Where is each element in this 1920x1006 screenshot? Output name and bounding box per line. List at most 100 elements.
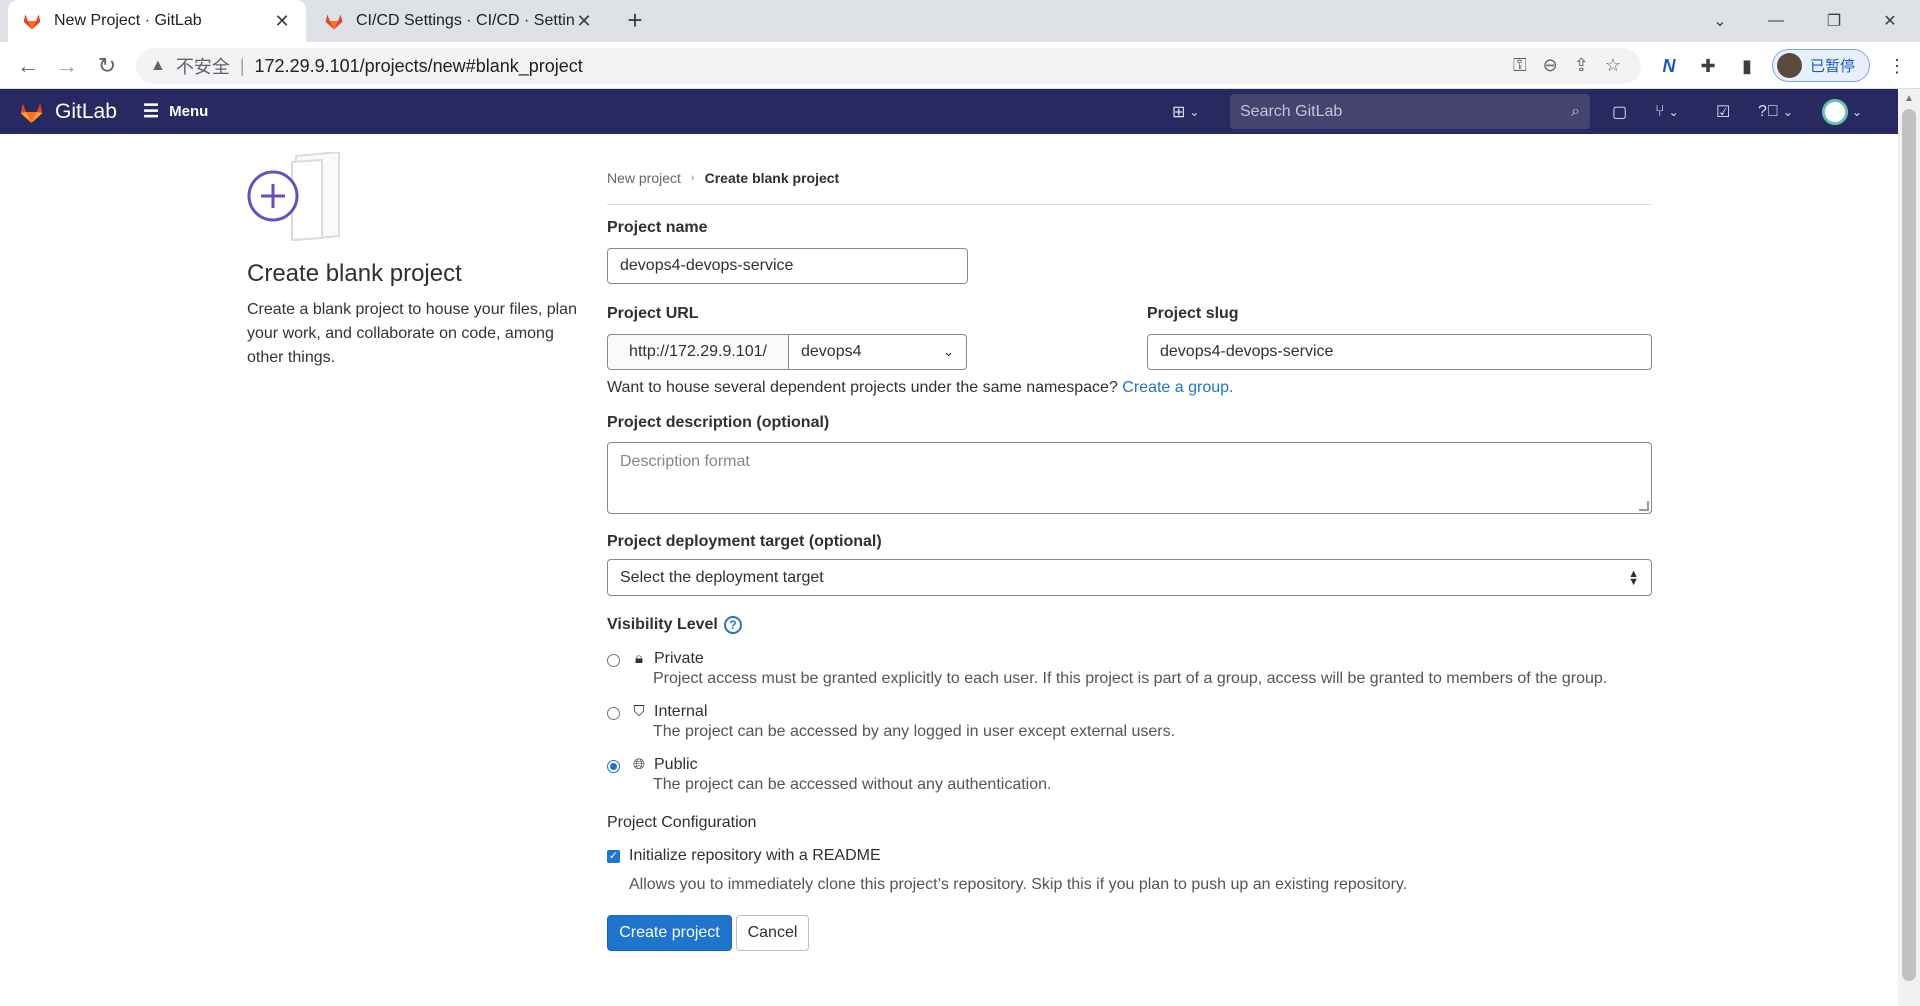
user-avatar — [1822, 99, 1848, 125]
tab-search-chevron-icon[interactable]: ⌄ — [1692, 0, 1748, 42]
breadcrumb: New project › Create blank project — [607, 170, 839, 186]
form-divider — [607, 204, 1652, 205]
project-url-prefix: http://172.29.9.101/ — [607, 334, 788, 370]
scroll-up-arrow-icon[interactable]: ▲ — [1904, 93, 1914, 104]
visibility-internal-radio[interactable] — [607, 707, 620, 720]
search-icon: ⌕ — [1571, 102, 1580, 120]
extensions-puzzle-icon[interactable]: ✚ — [1695, 53, 1721, 79]
reload-icon[interactable]: ↻ — [91, 50, 123, 82]
project-name-label: Project name — [607, 219, 708, 236]
menu-button[interactable]: ☰ Menu — [143, 101, 208, 122]
project-description-textarea[interactable]: Description format — [607, 442, 1652, 514]
chevron-down-icon: ⌄ — [943, 344, 954, 359]
deployment-target-value: Select the deployment target — [620, 568, 824, 586]
chevron-down-icon: ⌄ — [1782, 105, 1793, 119]
browser-tab-bar: New Project · GitLab ✕ CI/CD Settings · … — [0, 0, 1920, 42]
visibility-internal-option[interactable]: ⛉ Internal The project can be accessed b… — [607, 703, 1175, 740]
user-menu-button[interactable]: ⌄ — [1822, 99, 1862, 125]
visibility-public-title: Public — [654, 756, 698, 773]
visibility-private-option[interactable]: 🔒︎ Private Project access must be grante… — [607, 650, 1607, 687]
extension-n-icon[interactable]: N — [1656, 53, 1682, 79]
namespace-select[interactable]: devops4 ⌄ — [788, 334, 967, 370]
profile-button[interactable]: 已暂停 — [1772, 49, 1870, 82]
merge-requests-button[interactable]: ⑂ ⌄ — [1655, 101, 1679, 123]
zoom-icon[interactable]: ⊖ — [1543, 55, 1558, 76]
namespace-value: devops4 — [801, 343, 862, 360]
issues-icon[interactable]: ▢ — [1612, 101, 1627, 123]
visibility-label-text: Visibility Level — [607, 616, 718, 633]
blank-project-illustration-icon — [247, 152, 340, 242]
project-name-input[interactable]: devops4-devops-service — [607, 248, 968, 284]
select-arrows-icon: ▲ ▼ — [1628, 567, 1639, 588]
chevron-right-icon: › — [690, 172, 695, 184]
deployment-target-select[interactable]: Select the deployment target ▲ ▼ — [607, 559, 1652, 596]
cancel-button[interactable]: Cancel — [736, 915, 809, 951]
chevron-down-icon: ⌄ — [1189, 105, 1200, 119]
forward-icon[interactable]: → — [51, 50, 83, 82]
create-group-link[interactable]: Create a group. — [1122, 379, 1233, 396]
key-icon[interactable]: ⚿ — [1513, 55, 1527, 76]
visibility-internal-desc: The project can be accessed by any logge… — [653, 723, 1176, 740]
browser-toolbar: ← → ↻ ▲ 不安全 | 172.29.9.101/projects/new#… — [0, 42, 1920, 89]
help-button[interactable]: ?⃝ ⌄ — [1758, 101, 1793, 123]
close-window-icon[interactable]: ✕ — [1862, 0, 1918, 42]
restore-icon[interactable]: ❐ — [1806, 0, 1862, 42]
plus-square-icon: ⊞ — [1172, 104, 1186, 121]
shield-icon: ⛉ — [633, 703, 645, 720]
close-tab-icon[interactable]: ✕ — [574, 11, 594, 32]
address-bar[interactable]: ▲ 不安全 | 172.29.9.101/projects/new#blank_… — [136, 48, 1641, 84]
initialize-readme-label[interactable]: Initialize repository with a README — [629, 847, 881, 865]
close-tab-icon[interactable]: ✕ — [272, 11, 292, 32]
help-icon: ?⃝ — [1758, 103, 1779, 120]
deployment-target-label: Project deployment target (optional) — [607, 533, 882, 550]
project-configuration-label: Project Configuration — [607, 814, 757, 831]
visibility-private-radio[interactable] — [607, 654, 620, 667]
search-placeholder: Search GitLab — [1240, 102, 1343, 120]
breadcrumb-new-project[interactable]: New project — [607, 170, 681, 186]
minimize-icon[interactable]: — — [1748, 0, 1804, 42]
tab-title: New Project · GitLab — [54, 12, 202, 29]
bookmark-star-icon[interactable]: ☆ — [1605, 55, 1621, 76]
new-tab-button[interactable]: + — [622, 7, 648, 34]
description-placeholder: Description format — [620, 453, 750, 470]
resize-grip-icon[interactable] — [1639, 501, 1649, 511]
namespace-help: Want to house several dependent projects… — [607, 379, 1118, 396]
page-title: Create blank project — [247, 260, 462, 287]
project-description-label: Project description (optional) — [607, 414, 830, 431]
visibility-public-option[interactable]: 🌐︎ Public The project can be accessed wi… — [607, 756, 1051, 793]
warning-icon: ▲ — [150, 57, 166, 74]
page-scrollbar[interactable]: ▲ — [1898, 89, 1920, 1006]
back-icon[interactable]: ← — [12, 50, 44, 82]
browser-menu-icon[interactable]: ⋮ — [1884, 53, 1910, 79]
gitlab-top-bar: GitLab ☰ Menu ⊞ ⌄ Search GitLab ⌕ ▢ ⑂ ⌄ … — [0, 89, 1898, 134]
project-slug-input[interactable]: devops4-devops-service — [1147, 334, 1652, 370]
hamburger-icon: ☰ — [143, 101, 160, 121]
profile-avatar — [1777, 53, 1802, 78]
share-icon[interactable]: ⇪ — [1574, 55, 1589, 76]
visibility-internal-title: Internal — [654, 703, 708, 720]
address-separator: | — [239, 55, 245, 76]
question-circle-icon[interactable]: ? — [723, 616, 742, 634]
visibility-public-radio[interactable] — [607, 760, 620, 773]
search-input[interactable]: Search GitLab ⌕ — [1230, 94, 1590, 129]
initialize-readme-checkbox[interactable]: ✓ — [607, 850, 620, 863]
create-project-button[interactable]: Create project — [607, 915, 732, 951]
project-url-label: Project URL — [607, 305, 699, 322]
gitlab-brand-text: GitLab — [55, 100, 117, 123]
todos-icon[interactable]: ☑ — [1716, 101, 1730, 123]
gitlab-logo-icon — [20, 103, 43, 123]
security-label: 不安全 — [175, 57, 230, 77]
project-slug-label: Project slug — [1147, 305, 1239, 322]
browser-tab-new-project[interactable]: New Project · GitLab ✕ — [8, 0, 306, 42]
gitlab-home-link[interactable]: GitLab — [18, 99, 117, 125]
address-bar-actions: ⚿ ⊖ ⇪ ☆ — [1513, 55, 1621, 76]
new-dropdown-button[interactable]: ⊞ ⌄ — [1172, 101, 1199, 123]
visibility-public-desc: The project can be accessed without any … — [653, 776, 1052, 793]
scroll-thumb[interactable] — [1902, 109, 1916, 981]
side-panel-icon[interactable]: ▮ — [1734, 53, 1760, 79]
gitlab-favicon-icon — [325, 14, 343, 30]
gitlab-favicon-icon — [23, 14, 41, 30]
browser-tab-cicd-settings[interactable]: CI/CD Settings · CI/CD · Setting ✕ — [310, 0, 608, 42]
url-text: 172.29.9.101/projects/new#blank_project — [254, 55, 583, 76]
visibility-private-title: Private — [654, 650, 704, 667]
